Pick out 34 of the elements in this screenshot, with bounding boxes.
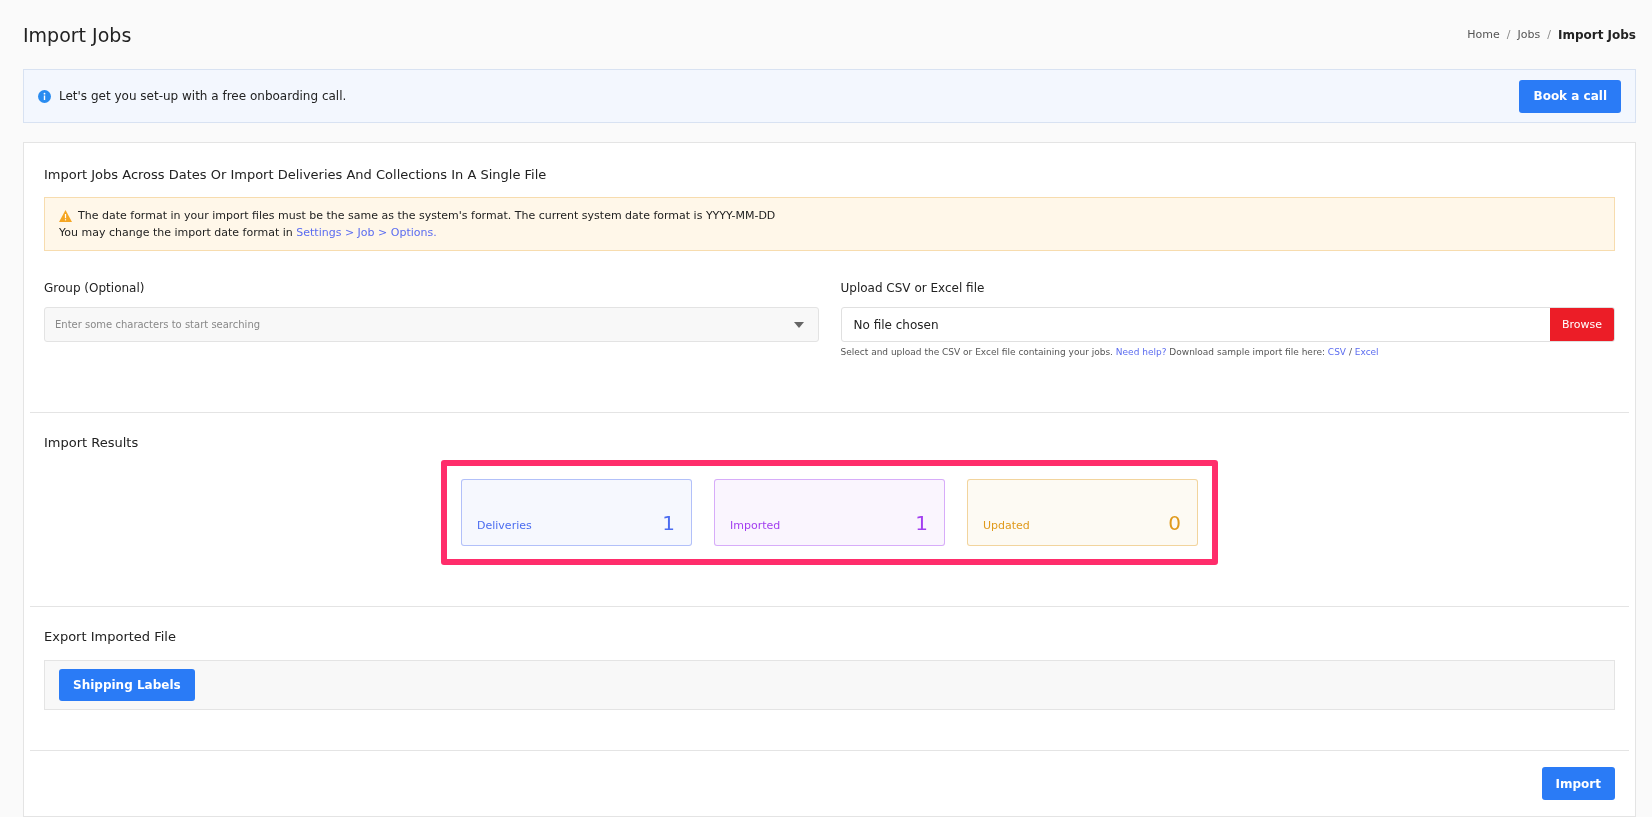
import-button[interactable]: Import	[1541, 767, 1615, 800]
breadcrumb-link[interactable]: Import Jobs	[1557, 27, 1636, 42]
stat-value: 0	[1168, 511, 1181, 535]
stat-label: Imported	[730, 519, 781, 534]
help-text: Select and upload the CSV or Excel file containing your jobs. Need help? Download sample import file here: CSV / Excel	[840, 347, 1380, 357]
info-icon	[38, 89, 51, 103]
stat-value: 1	[915, 511, 928, 535]
stat-label: Deliveries	[477, 519, 532, 534]
page-title: Import Jobs	[23, 23, 132, 46]
banner-message: Let's get you set-up with a free onboarding call.	[59, 89, 347, 103]
shipping-labels-button[interactable]: Shipping Labels	[59, 669, 195, 701]
breadcrumb-separator: /	[1547, 28, 1551, 41]
section-title: Import Jobs Across Dates Or Import Deliveries And Collections In A Single File	[44, 167, 548, 182]
warning-text: The date format in your import files must be the same as the system's format. The current system date format is YYYY-MM-DD	[78, 208, 776, 224]
sample-link[interactable]: CSV	[1327, 347, 1346, 357]
stat-label: Updated	[983, 519, 1030, 534]
breadcrumb-link[interactable]: Home	[1467, 28, 1500, 41]
help-link[interactable]: Need help?	[1115, 347, 1167, 357]
warning-icon	[59, 209, 72, 222]
breadcrumb-link[interactable]: Jobs	[1517, 28, 1541, 41]
settings-link[interactable]: Settings > Job > Options.	[296, 226, 437, 239]
field-label: Upload CSV or Excel file	[840, 281, 986, 295]
warning-text: You may change the import date format in Settings > Job > Options.	[59, 225, 438, 241]
caret-icon	[793, 321, 804, 328]
browse-button[interactable]: Browse	[1549, 308, 1614, 341]
sample-link[interactable]: Excel	[1354, 347, 1379, 357]
file-input[interactable]: No file chosen Browse	[840, 307, 1615, 342]
breadcrumb-separator: /	[1506, 28, 1511, 41]
field-label: Group (Optional)	[44, 281, 146, 295]
stat-value: 1	[662, 511, 675, 535]
group-select[interactable]: Enter some characters to start searching	[44, 307, 819, 342]
section-title: Export Imported File	[44, 629, 177, 644]
section-title: Import Results	[44, 435, 140, 450]
book-call-button[interactable]: Book a call	[1519, 79, 1621, 113]
